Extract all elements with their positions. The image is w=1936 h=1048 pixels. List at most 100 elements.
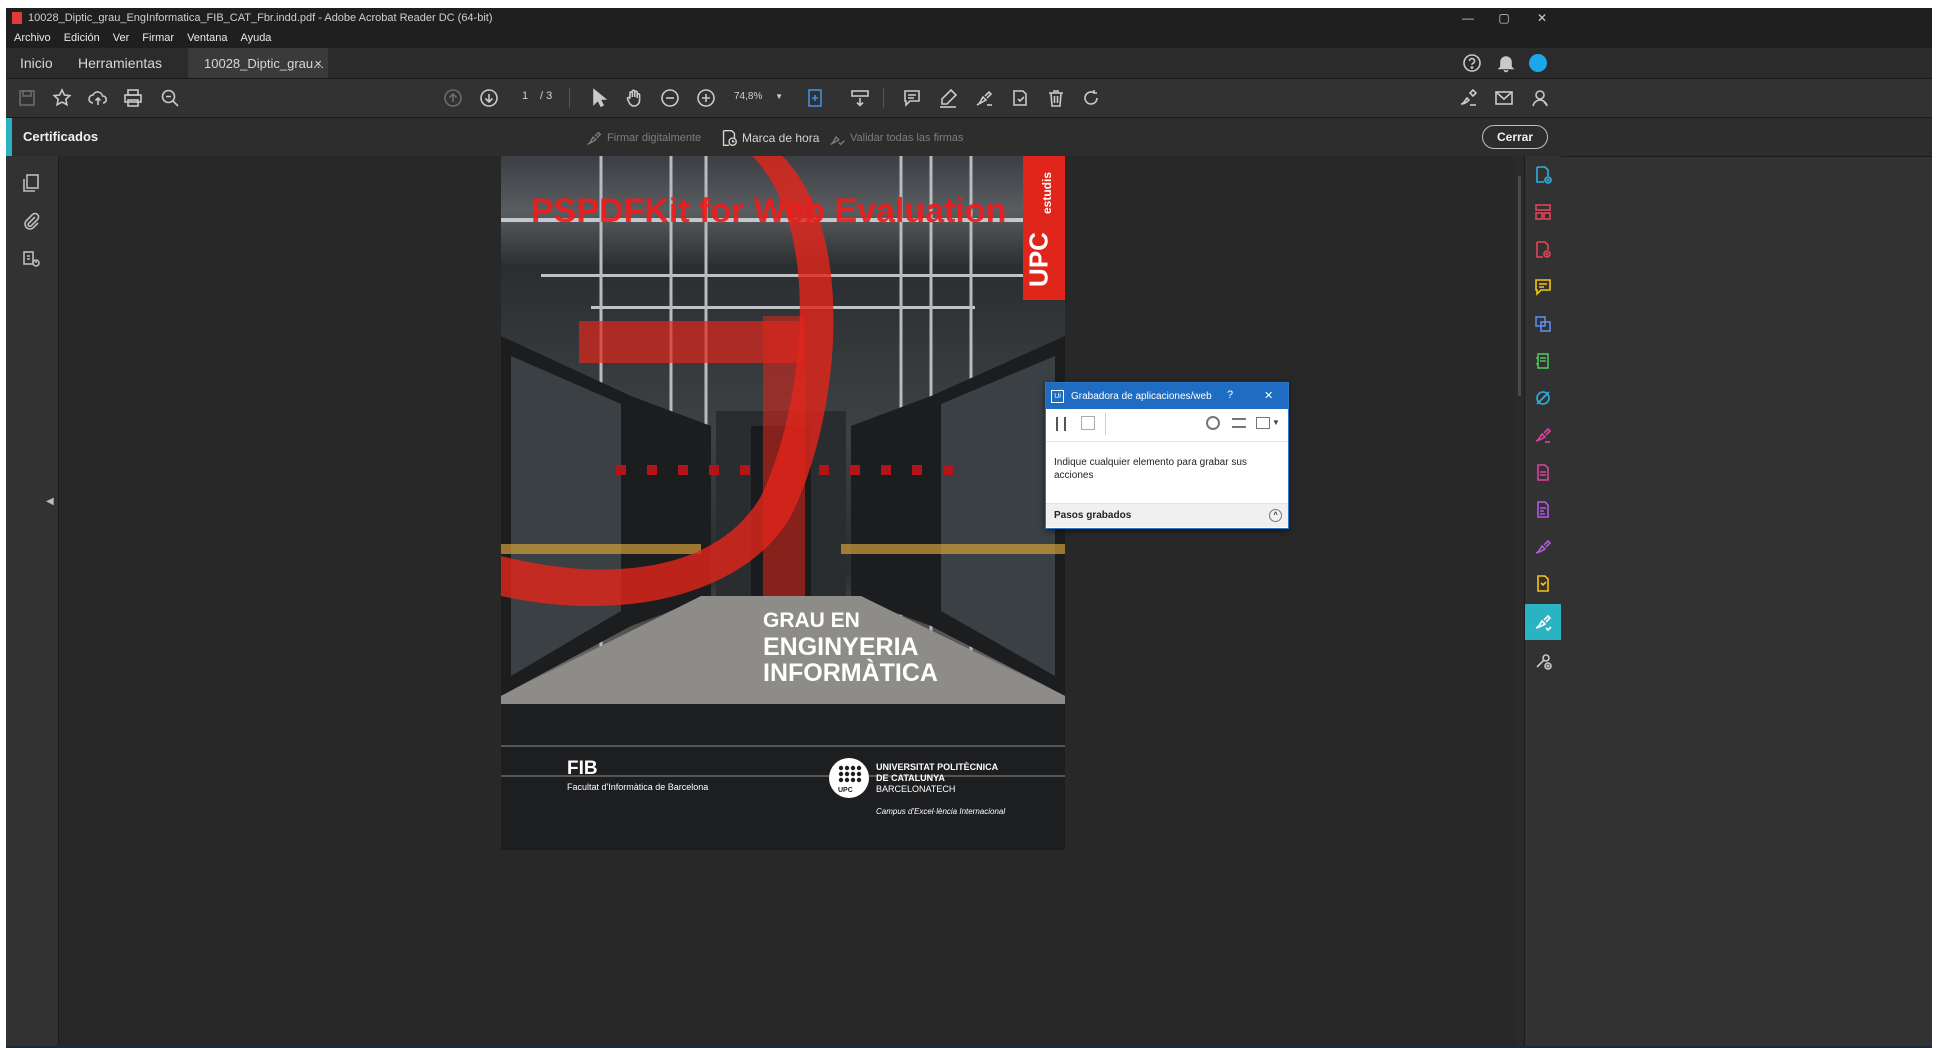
- help-icon[interactable]: [1460, 51, 1484, 75]
- redact-icon[interactable]: [1531, 386, 1555, 410]
- highlight-pen-icon[interactable]: [936, 86, 960, 110]
- right-tools-panel: [1524, 156, 1561, 1048]
- save-recording-icon[interactable]: [1081, 416, 1095, 430]
- menu-archivo[interactable]: Archivo: [14, 32, 51, 44]
- collapse-chevron-up-icon[interactable]: ^: [1269, 509, 1282, 522]
- menu-ventana[interactable]: Ventana: [187, 32, 227, 44]
- recorder-title: Grabadora de aplicaciones/web: [1071, 390, 1212, 402]
- previous-page-icon[interactable]: [441, 86, 465, 110]
- chevron-down-icon: ▼: [775, 92, 784, 101]
- request-signature-icon[interactable]: [1456, 86, 1480, 110]
- prepare-form-icon[interactable]: [1531, 498, 1555, 522]
- more-tools-icon[interactable]: [1531, 649, 1555, 673]
- recorder-divider: [1105, 413, 1106, 435]
- combine-files-icon[interactable]: [1531, 312, 1555, 336]
- page-total: / 3: [540, 90, 553, 102]
- tab-inicio[interactable]: Inicio: [20, 48, 53, 78]
- close-certificates-button[interactable]: Cerrar: [1482, 125, 1548, 149]
- title-bar: 10028_Diptic_grau_EngInformatica_FIB_CAT…: [6, 8, 1932, 28]
- menu-edicion[interactable]: Edición: [64, 32, 100, 44]
- email-icon[interactable]: [1492, 86, 1516, 110]
- scan-ocr-icon[interactable]: [1531, 349, 1555, 373]
- comment-tool-icon[interactable]: [1531, 275, 1555, 299]
- collapse-panel-arrow-icon[interactable]: ◀: [46, 496, 54, 507]
- fit-page-icon[interactable]: [804, 86, 828, 110]
- share-user-icon[interactable]: [1528, 86, 1552, 110]
- validate-all-signatures-button[interactable]: Validar todas las firmas: [827, 128, 964, 148]
- hand-tool-icon[interactable]: [622, 86, 646, 110]
- stamp-icon[interactable]: [1008, 86, 1032, 110]
- toolbar-divider-2: [883, 88, 884, 108]
- main-toolbar: 1 / 3 74,8% ▼: [6, 79, 1932, 118]
- acrobat-window: 10028_Diptic_grau_EngInformatica_FIB_CAT…: [6, 8, 1932, 1048]
- certificates-title: Certificados: [23, 129, 99, 144]
- tab-herramientas[interactable]: Herramientas: [78, 48, 162, 78]
- page-thumbnails-icon[interactable]: [18, 170, 44, 196]
- timestamp-button[interactable]: Marca de hora: [719, 128, 819, 148]
- fib-full-name: Facultat d'Informàtica de Barcelona: [567, 782, 709, 792]
- create-pdf-icon[interactable]: [1531, 163, 1555, 187]
- select-cursor-icon[interactable]: [587, 86, 611, 110]
- pdf-page: PSPDFKit for Web Evaluation UPC estudis …: [501, 156, 1065, 850]
- pause-icon[interactable]: [1056, 417, 1066, 431]
- signatures-panel-icon[interactable]: [18, 246, 44, 272]
- save-icon[interactable]: [15, 86, 39, 110]
- scrollbar-thumb[interactable]: [1518, 176, 1521, 396]
- next-page-icon[interactable]: [477, 86, 501, 110]
- document-viewer: PSPDFKit for Web Evaluation UPC estudis …: [59, 156, 1521, 1048]
- protect-icon[interactable]: [1531, 572, 1555, 596]
- sign-pen-icon[interactable]: [972, 86, 996, 110]
- delete-trash-icon[interactable]: [1044, 86, 1068, 110]
- tab-document[interactable]: 10028_Diptic_grau... ×: [188, 48, 328, 78]
- attachments-paperclip-icon[interactable]: [18, 208, 44, 234]
- steps-list-icon[interactable]: [1232, 418, 1246, 428]
- recorder-help-button[interactable]: ?: [1227, 389, 1233, 401]
- minimize-button[interactable]: —: [1448, 8, 1488, 28]
- close-tab-icon[interactable]: ×: [314, 56, 322, 71]
- sign-digitally-button[interactable]: Firmar digitalmente: [584, 128, 701, 148]
- notifications-bell-icon[interactable]: [1494, 51, 1518, 75]
- menu-ver[interactable]: Ver: [113, 32, 130, 44]
- tab-bar: Inicio Herramientas 10028_Diptic_grau...…: [6, 48, 1932, 79]
- menu-bar: Archivo Edición Ver Firmar Ventana Ayuda: [6, 28, 1932, 48]
- target-element-icon[interactable]: [1206, 416, 1220, 430]
- page-number-input[interactable]: 1: [514, 90, 536, 106]
- scroll-mode-icon[interactable]: [848, 86, 872, 110]
- certificates-bar: Certificados Firmar digitalmente Marca d…: [6, 118, 1932, 157]
- recorder-close-button[interactable]: ✕: [1264, 389, 1273, 402]
- fill-sign-icon[interactable]: [1531, 423, 1555, 447]
- user-avatar[interactable]: [1529, 54, 1547, 72]
- certificates-tool-active[interactable]: [1525, 604, 1561, 640]
- options-chevron-down-icon[interactable]: ▼: [1272, 418, 1280, 427]
- app-recorder-dialog: Ui Grabadora de aplicaciones/web ? ✕ ▼ I…: [1045, 382, 1289, 529]
- university-name: UNIVERSITAT POLITÈCNICA DE CATALUNYA BAR…: [876, 762, 999, 794]
- send-for-signature-icon[interactable]: [1531, 535, 1555, 559]
- bookmark-star-icon[interactable]: [50, 86, 74, 110]
- record-options-icon[interactable]: [1256, 417, 1270, 429]
- comment-icon[interactable]: [900, 86, 924, 110]
- close-window-button[interactable]: ✕: [1522, 8, 1562, 28]
- rotate-icon[interactable]: [1079, 86, 1103, 110]
- toolbar-divider: [569, 88, 570, 108]
- menu-firmar[interactable]: Firmar: [142, 32, 174, 44]
- upload-cloud-icon[interactable]: [86, 86, 110, 110]
- validate-signature-icon: [830, 136, 845, 146]
- zoom-in-icon[interactable]: [694, 86, 718, 110]
- edit-pdf-icon[interactable]: [1531, 461, 1555, 485]
- certificate-pen-icon: [1535, 614, 1552, 632]
- export-pdf-icon[interactable]: [1531, 238, 1555, 262]
- upc-estudis-badge: UPC estudis: [1023, 172, 1055, 287]
- zoom-out-icon[interactable]: [658, 86, 682, 110]
- recorder-instruction: Indique cualquier elemento para grabar s…: [1054, 457, 1247, 481]
- watermark-text: PSPDFKit for Web Evaluation: [531, 192, 1007, 230]
- uipath-logo-icon: Ui: [1051, 389, 1064, 403]
- restore-button[interactable]: ▢: [1484, 8, 1524, 28]
- recorded-steps-section[interactable]: Pasos grabados ^: [1046, 503, 1288, 527]
- organize-pages-icon[interactable]: [1531, 200, 1555, 224]
- zoom-level-select[interactable]: 74,8% ▼: [734, 91, 783, 102]
- degree-heading: GRAU EN ENGINYERIA INFORMÀTICA: [763, 609, 938, 687]
- zoom-search-icon[interactable]: [158, 86, 182, 110]
- print-icon[interactable]: [121, 86, 145, 110]
- campus-tagline: Campus d'Excel·lència Internacional: [876, 807, 1006, 816]
- menu-ayuda[interactable]: Ayuda: [240, 32, 271, 44]
